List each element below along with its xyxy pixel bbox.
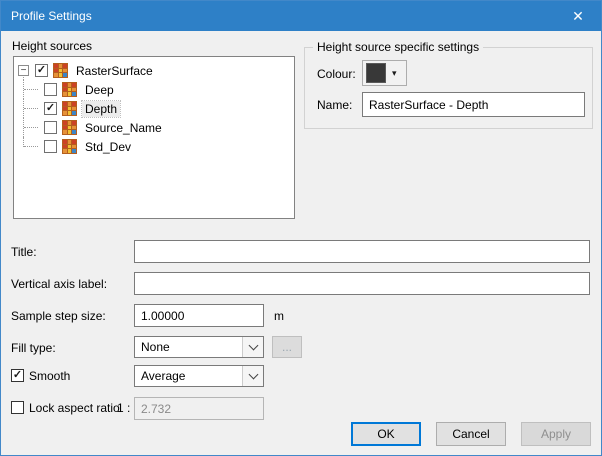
tree-row-rastersurface[interactable]: − ✓ RasterSurface — [14, 61, 294, 80]
raster-icon — [62, 120, 77, 135]
fill-type-label: Fill type: — [11, 341, 56, 355]
combo-arrow-area[interactable] — [242, 337, 263, 357]
aspect-ratio-input — [134, 397, 264, 420]
ratio-prefix-label: 1 : — [117, 401, 130, 415]
titlebar[interactable]: Profile Settings ✕ — [1, 1, 601, 31]
close-icon[interactable]: ✕ — [555, 1, 601, 31]
tree-label-rastersurface[interactable]: RasterSurface — [73, 63, 156, 79]
fill-type-more-button: ... — [272, 336, 302, 358]
title-label: Title: — [11, 245, 37, 259]
cancel-button[interactable]: Cancel — [436, 422, 506, 446]
tree-row-source-name[interactable]: Source_Name — [14, 118, 294, 137]
title-input[interactable] — [134, 240, 590, 263]
chevron-down-icon — [248, 340, 258, 350]
colour-swatch — [366, 63, 386, 83]
colour-label: Colour: — [317, 67, 356, 81]
lock-aspect-label: Lock aspect ratio — [29, 401, 120, 415]
tree-row-deep[interactable]: Deep — [14, 80, 294, 99]
tree-checkbox-rastersurface[interactable]: ✓ — [35, 64, 48, 77]
specific-settings-group: Height source specific settings Colour: … — [304, 47, 593, 129]
tree-row-std-dev[interactable]: Std_Dev — [14, 137, 294, 156]
tree-checkbox-deep[interactable] — [44, 83, 57, 96]
tree-checkbox-source-name[interactable] — [44, 121, 57, 134]
sample-step-unit: m — [274, 309, 284, 323]
dialog-buttons: OK Cancel Apply — [1, 422, 591, 446]
fill-type-value: None — [135, 340, 242, 354]
tree-connector — [24, 146, 38, 147]
dropdown-arrow-icon: ▾ — [392, 68, 397, 79]
raster-icon — [53, 63, 68, 78]
tree-label-depth[interactable]: Depth — [82, 101, 120, 117]
specific-settings-legend: Height source specific settings — [313, 40, 483, 54]
tree-label-std-dev[interactable]: Std_Dev — [82, 139, 134, 155]
smooth-select[interactable]: Average — [134, 365, 264, 387]
tree-row-depth[interactable]: ✓ Depth — [14, 99, 294, 118]
smooth-value: Average — [135, 369, 242, 383]
tree-connector — [24, 89, 38, 90]
smooth-checkbox[interactable]: ✓ — [11, 369, 24, 382]
tree-checkbox-std-dev[interactable] — [44, 140, 57, 153]
height-sources-tree[interactable]: − ✓ RasterSurface Deep ✓ Depth Source_Na… — [13, 56, 295, 219]
raster-icon — [62, 82, 77, 97]
tree-checkbox-depth[interactable]: ✓ — [44, 102, 57, 115]
sample-step-input[interactable] — [134, 304, 264, 327]
raster-icon — [62, 139, 77, 154]
tree-connector — [24, 127, 38, 128]
window-title: Profile Settings — [1, 9, 92, 23]
name-label: Name: — [317, 98, 352, 112]
tree-label-source-name[interactable]: Source_Name — [82, 120, 165, 136]
tree-label-deep[interactable]: Deep — [82, 82, 117, 98]
ok-button[interactable]: OK — [351, 422, 421, 446]
vertical-axis-input[interactable] — [134, 272, 590, 295]
sample-step-label: Sample step size: — [11, 309, 106, 323]
tree-connector — [24, 108, 38, 109]
combo-arrow-area[interactable] — [242, 366, 263, 386]
smooth-label: Smooth — [29, 369, 70, 383]
lock-aspect-checkbox[interactable] — [11, 401, 24, 414]
tree-expander-icon[interactable]: − — [18, 65, 29, 76]
raster-icon — [62, 101, 77, 116]
fill-type-select[interactable]: None — [134, 336, 264, 358]
colour-dropdown-button[interactable]: ▾ — [362, 60, 407, 86]
apply-button: Apply — [521, 422, 591, 446]
chevron-down-icon — [248, 369, 258, 379]
height-sources-label: Height sources — [12, 39, 92, 53]
name-input[interactable] — [362, 92, 585, 117]
vertical-axis-label: Vertical axis label: — [11, 277, 107, 291]
profile-settings-dialog: Profile Settings ✕ Height sources − ✓ Ra… — [0, 0, 602, 456]
